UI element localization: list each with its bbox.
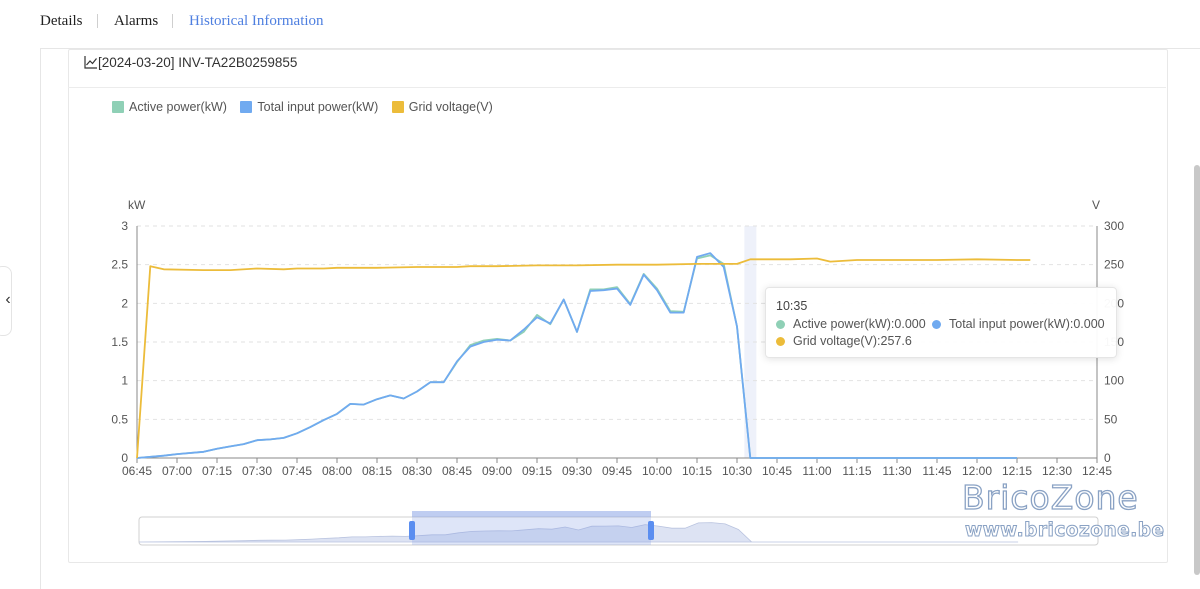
x-tick-label: 11:00 (802, 464, 831, 478)
zoom-range-bar[interactable] (412, 511, 651, 517)
x-tick-label: 07:45 (282, 464, 312, 478)
x-tick-label: 08:45 (442, 464, 472, 478)
watermark-logo: BricoZone (961, 477, 1139, 517)
x-tick-label: 11:15 (842, 464, 871, 478)
x-tick-label: 10:45 (762, 464, 792, 478)
y-left-unit: kW (128, 198, 146, 212)
chart-tooltip: 10:35 Active power(kW):0.000 Total input… (765, 287, 1117, 358)
x-tick-label: 07:30 (242, 464, 272, 478)
x-tick-label: 12:00 (962, 464, 992, 478)
tooltip-row-label: Grid voltage(V):257.6 (793, 334, 912, 348)
x-tick-label: 10:00 (642, 464, 672, 478)
tooltip-time: 10:35 (776, 299, 808, 313)
tooltip-row-active-power: Active power(kW):0.000 (776, 317, 926, 331)
y-left-tick-label: 1.5 (111, 335, 128, 349)
x-tick-label: 07:00 (162, 464, 192, 478)
x-tick-label: 09:00 (482, 464, 512, 478)
x-tick-label: 08:00 (322, 464, 352, 478)
y-right-unit: V (1092, 198, 1100, 212)
x-tick-label: 09:30 (562, 464, 592, 478)
zoom-handle-start[interactable] (409, 521, 415, 540)
y-left-tick-label: 1 (121, 374, 128, 388)
x-tick-label: 08:15 (362, 464, 392, 478)
tooltip-dot (776, 319, 785, 329)
x-tick-label: 11:45 (922, 464, 951, 478)
y-right-tick-label: 50 (1104, 412, 1118, 426)
tooltip-row-total-input-power: Total input power(kW):0.000 (932, 317, 1105, 331)
x-tick-label: 09:45 (602, 464, 632, 478)
x-tick-label: 12:15 (1002, 464, 1032, 478)
tooltip-row-label: Active power(kW):0.000 (793, 317, 926, 331)
x-tick-label: 08:30 (402, 464, 432, 478)
x-tick-label: 12:30 (1042, 464, 1072, 478)
y-right-tick-label: 0 (1104, 451, 1111, 465)
y-right-tick-label: 250 (1104, 258, 1124, 272)
tooltip-row-grid-voltage: Grid voltage(V):257.6 (776, 334, 912, 348)
tooltip-dot (776, 336, 785, 346)
zoom-handle-end[interactable] (648, 521, 654, 540)
x-tick-label: 10:15 (682, 464, 712, 478)
x-tick-label: 06:45 (122, 464, 152, 478)
x-tick-label: 07:15 (202, 464, 232, 478)
y-left-tick-label: 3 (121, 219, 128, 233)
x-tick-label: 09:15 (522, 464, 552, 478)
x-tick-label: 11:30 (882, 464, 911, 478)
x-tick-label: 12:45 (1082, 464, 1112, 478)
tooltip-dot (932, 319, 941, 329)
y-right-tick-label: 100 (1104, 374, 1124, 388)
y-left-tick-label: 0.5 (111, 412, 128, 426)
tooltip-row-label: Total input power(kW):0.000 (949, 317, 1105, 331)
y-right-tick-label: 300 (1104, 219, 1124, 233)
y-left-tick-label: 2 (121, 296, 128, 310)
y-left-tick-label: 0 (121, 451, 128, 465)
x-tick-label: 10:30 (722, 464, 752, 478)
watermark-url: www.bricozone.be (965, 520, 1165, 542)
y-left-tick-label: 2.5 (111, 258, 128, 272)
